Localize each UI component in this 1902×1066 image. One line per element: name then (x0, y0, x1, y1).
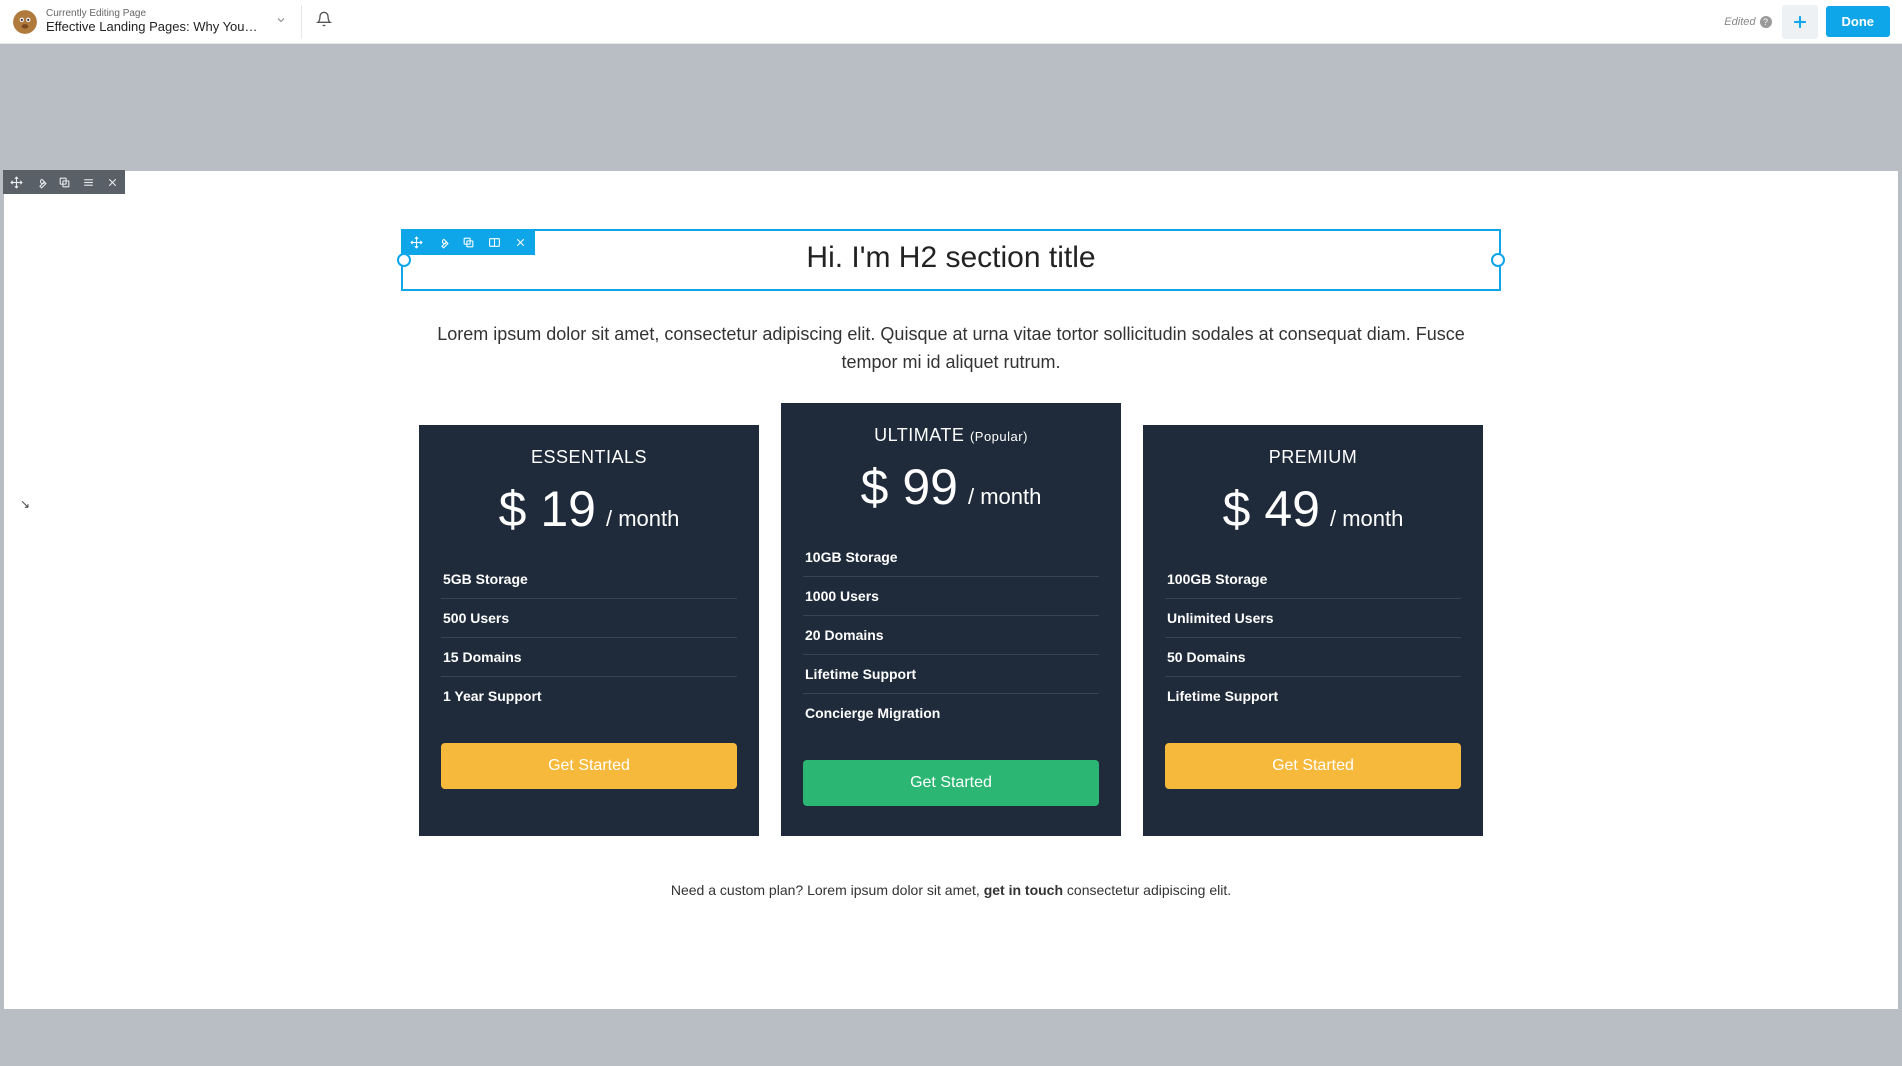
move-icon[interactable] (9, 175, 23, 189)
module-toolbar (401, 229, 535, 255)
help-icon[interactable]: ? (1760, 16, 1772, 28)
feature-item: Lifetime Support (1165, 677, 1461, 715)
menu-icon[interactable] (81, 175, 95, 189)
feature-item: 5GB Storage (441, 560, 737, 599)
bell-icon[interactable] (316, 11, 332, 32)
editing-label: Currently Editing Page (46, 8, 261, 20)
feature-list: 100GB StorageUnlimited Users50 DomainsLi… (1165, 560, 1461, 715)
get-started-button[interactable]: Get Started (441, 743, 737, 789)
price-amount: $ 99 (861, 458, 958, 516)
plan-name: ESSENTIALS (441, 447, 737, 468)
editor-canvas: ↘ Hi. I'm H2 section title Lorem ipsum d… (0, 44, 1902, 1066)
copy-icon[interactable] (57, 175, 71, 189)
price-amount: $ 19 (499, 480, 596, 538)
copy-icon[interactable] (461, 235, 475, 249)
feature-item: 100GB Storage (1165, 560, 1461, 599)
done-button[interactable]: Done (1826, 6, 1891, 37)
feature-item: 20 Domains (803, 616, 1099, 655)
feature-item: Unlimited Users (1165, 599, 1461, 638)
plan-name: PREMIUM (1165, 447, 1461, 468)
price-period: / month (968, 484, 1041, 510)
plan-sub: (Popular) (970, 429, 1028, 444)
feature-item: 10GB Storage (803, 538, 1099, 577)
feature-item: 500 Users (441, 599, 737, 638)
price-period: / month (1330, 506, 1403, 532)
pricing-row: ESSENTIALS $ 19 / month 5GB Storage500 Use… (401, 425, 1501, 836)
footer-link[interactable]: get in touch (984, 882, 1063, 898)
feature-list: 5GB Storage500 Users15 Domains1 Year Sup… (441, 560, 737, 715)
pricing-card[interactable]: ULTIMATE (Popular) $ 99 / month 10GB Storag… (781, 403, 1121, 836)
heading-module-selected[interactable]: Hi. I'm H2 section title (401, 229, 1501, 291)
footer-pre: Need a custom plan? Lorem ipsum dolor si… (671, 882, 984, 898)
page-title-block[interactable]: Currently Editing Page Effective Landing… (46, 8, 261, 34)
get-started-button[interactable]: Get Started (803, 760, 1099, 806)
add-button[interactable] (1782, 5, 1818, 39)
feature-item: Concierge Migration (803, 694, 1099, 732)
price-line: $ 19 / month (441, 480, 737, 538)
content-inner: Hi. I'm H2 section title Lorem ipsum dol… (401, 229, 1501, 898)
price-line: $ 49 / month (1165, 480, 1461, 538)
feature-list: 10GB Storage1000 Users20 DomainsLifetime… (803, 538, 1099, 732)
feature-item: Lifetime Support (803, 655, 1099, 694)
move-icon[interactable] (409, 235, 423, 249)
pricing-card[interactable]: ESSENTIALS $ 19 / month 5GB Storage500 Use… (419, 425, 759, 836)
plan-name: ULTIMATE (Popular) (803, 425, 1099, 446)
feature-item: 50 Domains (1165, 638, 1461, 677)
price-line: $ 99 / month (803, 458, 1099, 516)
get-started-button[interactable]: Get Started (1165, 743, 1461, 789)
page-title: Effective Landing Pages: Why You Ne... (46, 20, 261, 35)
feature-item: 1 Year Support (441, 677, 737, 715)
wrench-icon[interactable] (435, 235, 449, 249)
close-icon[interactable] (513, 235, 527, 249)
beaver-logo-icon (12, 9, 38, 35)
row-container[interactable]: ↘ Hi. I'm H2 section title Lorem ipsum d… (3, 170, 1899, 1010)
pricing-card[interactable]: PREMIUM $ 49 / month 100GB StorageUnlimite… (1143, 425, 1483, 836)
section-heading[interactable]: Hi. I'm H2 section title (415, 241, 1487, 275)
feature-item: 15 Domains (441, 638, 737, 677)
footer-note[interactable]: Need a custom plan? Lorem ipsum dolor si… (401, 882, 1501, 898)
divider (301, 5, 302, 39)
edited-status: Edited ? (1724, 16, 1771, 28)
chevron-down-icon[interactable] (275, 14, 287, 29)
row-toolbar (3, 170, 125, 194)
price-amount: $ 49 (1223, 480, 1320, 538)
wrench-icon[interactable] (33, 175, 47, 189)
editor-topbar: Currently Editing Page Effective Landing… (0, 0, 1902, 44)
price-period: / month (606, 506, 679, 532)
reply-arrow-icon: ↘ (20, 497, 30, 511)
feature-item: 1000 Users (803, 577, 1099, 616)
section-lead[interactable]: Lorem ipsum dolor sit amet, consectetur … (401, 321, 1501, 377)
footer-post: consectetur adipiscing elit. (1063, 882, 1231, 898)
columns-icon[interactable] (487, 235, 501, 249)
close-icon[interactable] (105, 175, 119, 189)
